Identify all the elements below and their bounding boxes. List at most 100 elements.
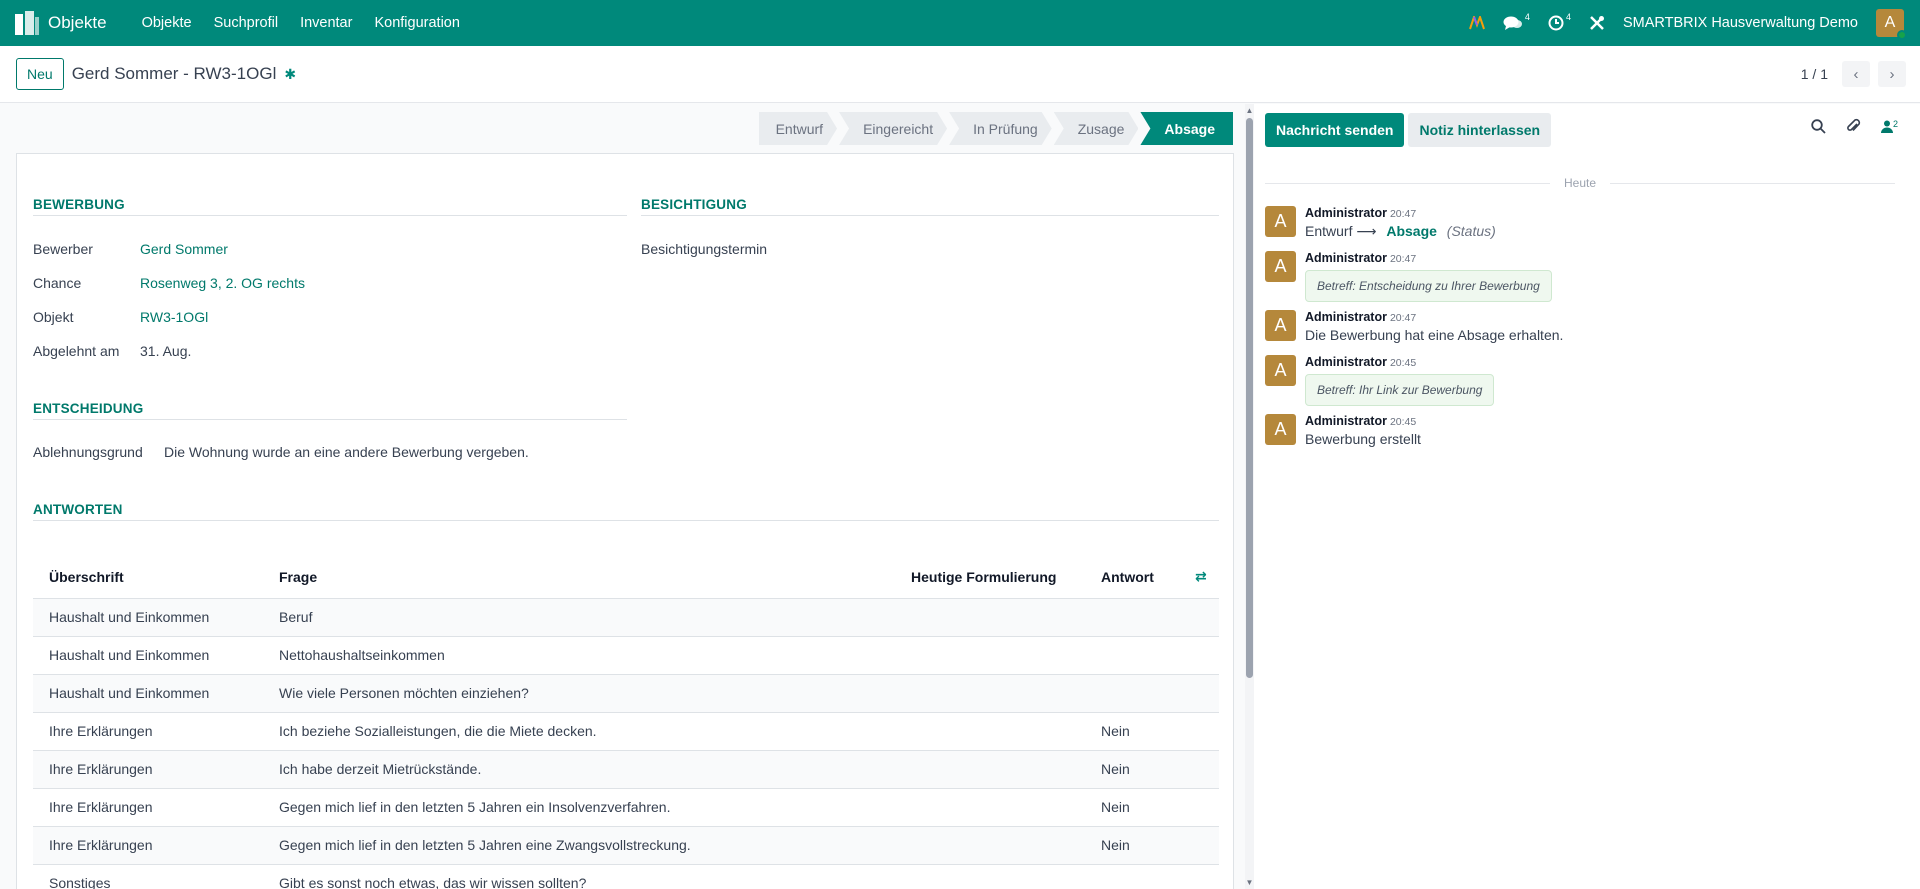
- message-author[interactable]: Administrator: [1305, 251, 1387, 265]
- cell-ueberschrift[interactable]: Haushalt und Einkommen: [33, 598, 263, 637]
- cell-ueberschrift[interactable]: Ihre Erklärungen: [33, 712, 263, 751]
- cell-heutige-formulierung[interactable]: [895, 826, 1085, 865]
- gear-icon[interactable]: ✱: [284, 66, 296, 83]
- send-message-button[interactable]: Nachricht senden: [1265, 113, 1405, 147]
- activity-clock-icon[interactable]: 4: [1548, 12, 1571, 31]
- field-value-chance[interactable]: Rosenweg 3, 2. OG rechts: [140, 275, 305, 291]
- cell-frage[interactable]: Wie viele Personen möchten einziehen?: [263, 674, 895, 713]
- table-row[interactable]: Sonstiges Gibt es sonst noch etwas, das w…: [33, 864, 1219, 889]
- field-value-bewerber[interactable]: Gerd Sommer: [140, 241, 228, 257]
- scroll-down-icon[interactable]: ▼: [1245, 878, 1254, 887]
- cell-antwort[interactable]: Nein: [1085, 826, 1179, 865]
- cell-frage[interactable]: Ich beziehe Sozialleistungen, die die Mi…: [263, 712, 895, 751]
- cell-antwort[interactable]: [1085, 598, 1179, 637]
- author-avatar[interactable]: A: [1265, 355, 1296, 386]
- column-header-ueberschrift[interactable]: Überschrift: [33, 556, 263, 599]
- menu-item-konfiguration[interactable]: Konfiguration: [363, 15, 470, 31]
- table-row[interactable]: Ihre Erklärungen Ich habe derzeit Mietrüc…: [33, 750, 1219, 789]
- cell-heutige-formulierung[interactable]: [895, 712, 1085, 751]
- log-note-button[interactable]: Notiz hinterlassen: [1408, 113, 1552, 147]
- message-bubble[interactable]: Betreff: Entscheidung zu Ihrer Bewerbung: [1305, 270, 1552, 302]
- stage-zusage[interactable]: Zusage: [1054, 112, 1139, 145]
- new-button[interactable]: Neu: [16, 58, 64, 90]
- cell-ueberschrift[interactable]: Haushalt und Einkommen: [33, 674, 263, 713]
- column-header-heutige-formulierung[interactable]: Heutige Formulierung: [895, 556, 1085, 599]
- cell-antwort[interactable]: [1085, 864, 1179, 889]
- field-value-ablehnungsgrund[interactable]: Die Wohnung wurde an eine andere Bewerbu…: [164, 444, 529, 460]
- message-item: A Administrator 20:45 Betreff: Ihr Link z…: [1265, 355, 1495, 406]
- cell-antwort[interactable]: Nein: [1085, 788, 1179, 827]
- cell-antwort[interactable]: Nein: [1085, 750, 1179, 789]
- user-avatar[interactable]: A: [1876, 9, 1907, 40]
- paperclip-icon[interactable]: [1846, 118, 1861, 137]
- form-scrollbar[interactable]: ▲ ▼: [1245, 104, 1254, 889]
- pager-value[interactable]: 1 / 1: [1801, 66, 1828, 82]
- cell-heutige-formulierung[interactable]: [895, 788, 1085, 827]
- cell-frage[interactable]: Beruf: [263, 598, 895, 637]
- message-author[interactable]: Administrator: [1305, 310, 1387, 324]
- author-avatar[interactable]: A: [1265, 414, 1296, 445]
- search-icon[interactable]: [1811, 118, 1826, 137]
- pager-previous-button[interactable]: ‹: [1842, 61, 1870, 87]
- message-author[interactable]: Administrator: [1305, 206, 1387, 220]
- cell-heutige-formulierung[interactable]: [895, 636, 1085, 675]
- odoo-studio-icon[interactable]: [1468, 16, 1485, 30]
- message-bubble[interactable]: Betreff: Ihr Link zur Bewerbung: [1305, 374, 1495, 406]
- table-row[interactable]: Haushalt und Einkommen Nettohaushaltseink…: [33, 636, 1219, 675]
- scrollbar-thumb[interactable]: [1246, 118, 1253, 678]
- table-row[interactable]: Ihre Erklärungen Gegen mich lief in den l…: [33, 826, 1219, 865]
- cell-antwort[interactable]: [1085, 674, 1179, 713]
- optional-columns-toggle[interactable]: ⇄: [1179, 556, 1219, 599]
- stage-absage[interactable]: Absage: [1140, 112, 1233, 145]
- stage-in-pruefung[interactable]: In Prüfung: [949, 112, 1052, 145]
- cell-frage[interactable]: Nettohaushaltseinkommen: [263, 636, 895, 675]
- field-value-objekt[interactable]: RW3-1OGl: [140, 309, 208, 325]
- cell-antwort[interactable]: [1085, 636, 1179, 675]
- tools-icon[interactable]: [1589, 15, 1605, 31]
- company-switcher[interactable]: SMARTBRIX Hausverwaltung Demo: [1623, 15, 1858, 31]
- followers-button[interactable]: 2: [1880, 119, 1898, 136]
- messages-icon[interactable]: 4: [1503, 12, 1530, 31]
- cell-antwort[interactable]: Nein: [1085, 712, 1179, 751]
- author-avatar[interactable]: A: [1265, 251, 1296, 282]
- chevron-right-icon: ›: [1889, 65, 1895, 83]
- cell-frage[interactable]: Gibt es sonst noch etwas, das wir wissen…: [263, 864, 895, 889]
- cell-ueberschrift[interactable]: Sonstiges: [33, 864, 263, 889]
- messages-count: 4: [1524, 12, 1530, 22]
- cell-ueberschrift[interactable]: Ihre Erklärungen: [33, 826, 263, 865]
- cell-frage[interactable]: Gegen mich lief in den letzten 5 Jahren …: [263, 788, 895, 827]
- app-logo[interactable]: Objekte: [14, 11, 131, 35]
- cell-ueberschrift[interactable]: Ihre Erklärungen: [33, 750, 263, 789]
- table-row[interactable]: Haushalt und Einkommen Beruf: [33, 598, 1219, 637]
- table-row[interactable]: Ihre Erklärungen Ich beziehe Sozialleistu…: [33, 712, 1219, 751]
- cell-heutige-formulierung[interactable]: [895, 598, 1085, 637]
- cell-frage[interactable]: Ich habe derzeit Mietrückstände.: [263, 750, 895, 789]
- app-name[interactable]: Objekte: [48, 13, 107, 33]
- menu-item-suchprofil[interactable]: Suchprofil: [203, 15, 289, 31]
- author-avatar[interactable]: A: [1265, 310, 1296, 341]
- field-value-abgelehnt-am[interactable]: 31. Aug.: [140, 343, 191, 359]
- message-author[interactable]: Administrator: [1305, 414, 1387, 428]
- menu-item-inventar[interactable]: Inventar: [289, 15, 363, 31]
- stage-eingereicht[interactable]: Eingereicht: [839, 112, 947, 145]
- stage-entwurf[interactable]: Entwurf: [759, 112, 837, 145]
- cell-frage[interactable]: Gegen mich lief in den letzten 5 Jahren …: [263, 826, 895, 865]
- activities-count: 4: [1565, 12, 1571, 22]
- scroll-up-icon[interactable]: ▲: [1245, 106, 1254, 115]
- table-row[interactable]: Haushalt und Einkommen Wie viele Personen…: [33, 674, 1219, 713]
- section-title-entscheidung: ENTSCHEIDUNG: [33, 401, 144, 416]
- cell-heutige-formulierung[interactable]: [895, 674, 1085, 713]
- cell-ueberschrift[interactable]: Haushalt und Einkommen: [33, 636, 263, 675]
- column-header-antwort[interactable]: Antwort: [1085, 556, 1179, 599]
- cell-heutige-formulierung[interactable]: [895, 864, 1085, 889]
- table-row[interactable]: Ihre Erklärungen Gegen mich lief in den l…: [33, 788, 1219, 827]
- author-avatar[interactable]: A: [1265, 206, 1296, 237]
- cell-spacer: [1179, 636, 1219, 675]
- message-author[interactable]: Administrator: [1305, 355, 1387, 369]
- cell-heutige-formulierung[interactable]: [895, 750, 1085, 789]
- field-label-ablehnungsgrund: Ablehnungsgrund: [33, 444, 143, 460]
- cell-ueberschrift[interactable]: Ihre Erklärungen: [33, 788, 263, 827]
- pager-next-button[interactable]: ›: [1878, 61, 1906, 87]
- column-header-frage[interactable]: Frage: [263, 556, 895, 599]
- menu-item-objekte[interactable]: Objekte: [131, 15, 203, 31]
